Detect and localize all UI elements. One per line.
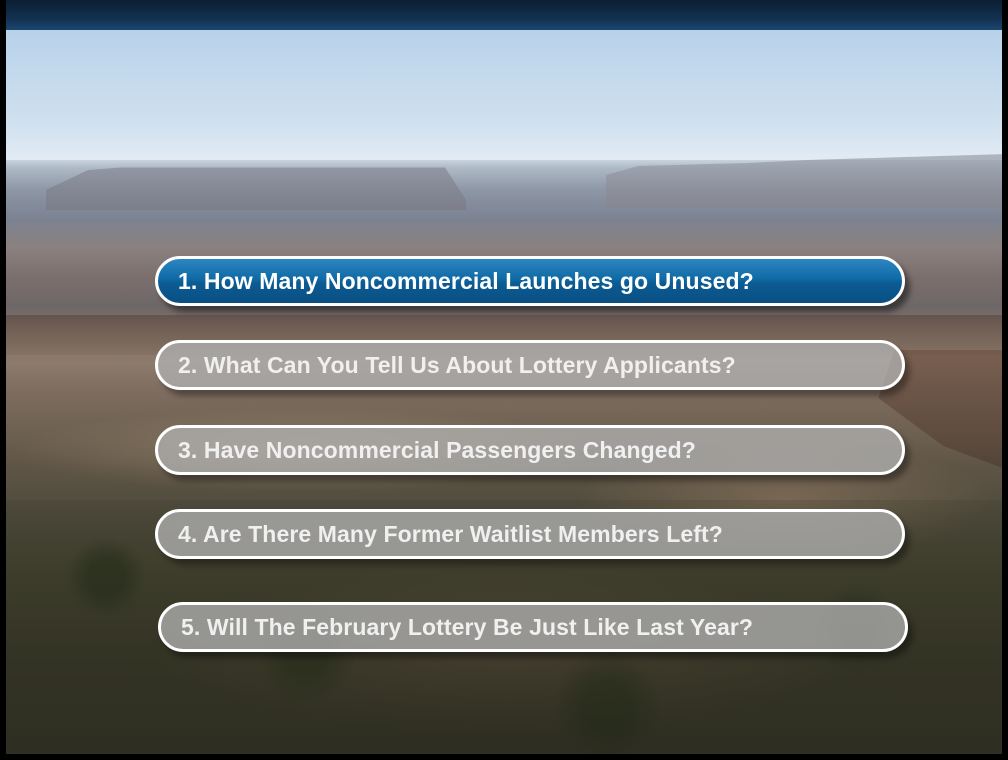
header-bar bbox=[0, 0, 1008, 30]
menu-item-unused-launches[interactable]: 1. How Many Noncommercial Launches go Un… bbox=[155, 256, 905, 306]
mesa-left bbox=[46, 167, 466, 210]
menu-item-lottery-applicants[interactable]: 2. What Can You Tell Us About Lottery Ap… bbox=[155, 340, 905, 390]
slide: 1. How Many Noncommercial Launches go Un… bbox=[0, 0, 1008, 760]
sky bbox=[6, 30, 1008, 160]
menu-item-passengers-changed[interactable]: 3. Have Noncommercial Passengers Changed… bbox=[155, 425, 905, 475]
menu-item-february-lottery[interactable]: 5. Will The February Lottery Be Just Lik… bbox=[158, 602, 908, 652]
menu-item-waitlist-members[interactable]: 4. Are There Many Former Waitlist Member… bbox=[155, 509, 905, 559]
